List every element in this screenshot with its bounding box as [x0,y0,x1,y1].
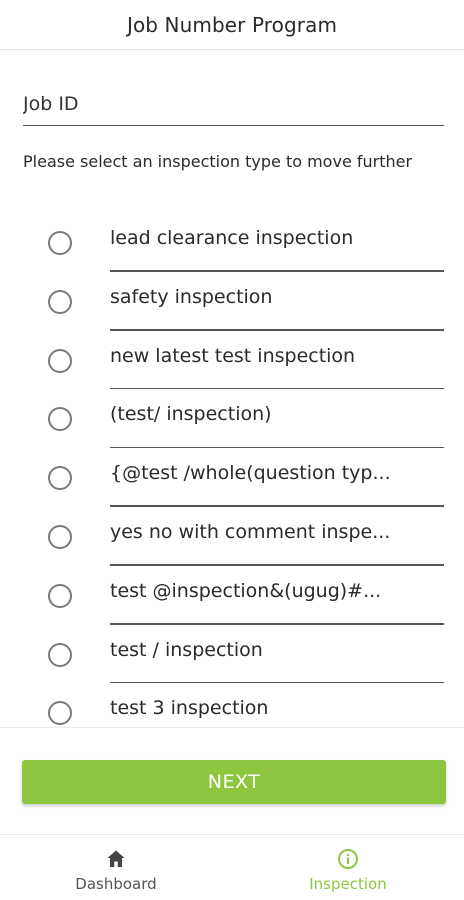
inspection-option[interactable]: test / inspection [0,625,464,684]
inspection-option-label: lead clearance inspection [110,227,354,249]
inspection-option-label: test @inspection&(ugug)#... [110,579,382,602]
inspection-option-label: new latest test inspection [110,344,356,367]
bottom-navigation: Dashboard Inspection [0,834,464,900]
nav-label-inspection: Inspection [309,875,387,893]
inspection-option[interactable]: safety inspection [0,272,464,331]
inspection-option-label: {@test /whole(question typ... [110,462,391,485]
radio-button[interactable] [48,583,72,608]
inspection-option[interactable]: yes no with comment inspe... [0,507,464,566]
nav-label-dashboard: Dashboard [75,875,157,893]
inspection-option[interactable]: lead clearance inspection [0,213,464,272]
inspection-option[interactable]: test @inspection&(ugug)#... [0,566,464,625]
radio-button[interactable] [48,231,72,255]
inspection-option[interactable]: {@test /whole(question typ... [0,448,464,507]
next-button[interactable]: NEXT [22,760,446,804]
job-id-field-container [23,72,444,126]
radio-button[interactable] [48,466,72,491]
inspection-option-label: test 3 inspection [110,697,269,720]
nav-item-inspection[interactable]: Inspection [232,835,464,900]
inspection-option-label: yes no with comment inspe... [110,520,391,543]
radio-button[interactable] [48,524,72,549]
radio-button[interactable] [48,407,72,432]
app-screen: Job Number Program Please select an insp… [0,0,464,900]
inspection-option-label: test / inspection [110,638,263,661]
radio-button[interactable] [48,289,72,314]
inspection-option-label: (test/ inspection) [110,403,272,426]
instruction-text: Please select an inspection type to move… [23,152,413,171]
radio-button[interactable] [48,701,72,726]
inspection-option[interactable]: (test/ inspection) [0,389,464,449]
job-id-input[interactable] [23,72,444,124]
inspection-option-label: safety inspection [110,285,273,308]
list-bottom-divider [0,727,464,728]
info-icon [338,849,358,869]
page-title: Job Number Program [126,12,338,37]
inspection-type-list[interactable]: lead clearance inspection safety inspect… [0,213,464,728]
nav-item-dashboard[interactable]: Dashboard [0,835,232,900]
radio-button[interactable] [48,348,72,373]
app-header: Job Number Program [0,0,464,50]
radio-button[interactable] [48,642,72,667]
inspection-option[interactable]: new latest test inspection [0,331,464,390]
inspection-option[interactable]: test 3 inspection [0,683,464,728]
home-icon [107,850,125,867]
